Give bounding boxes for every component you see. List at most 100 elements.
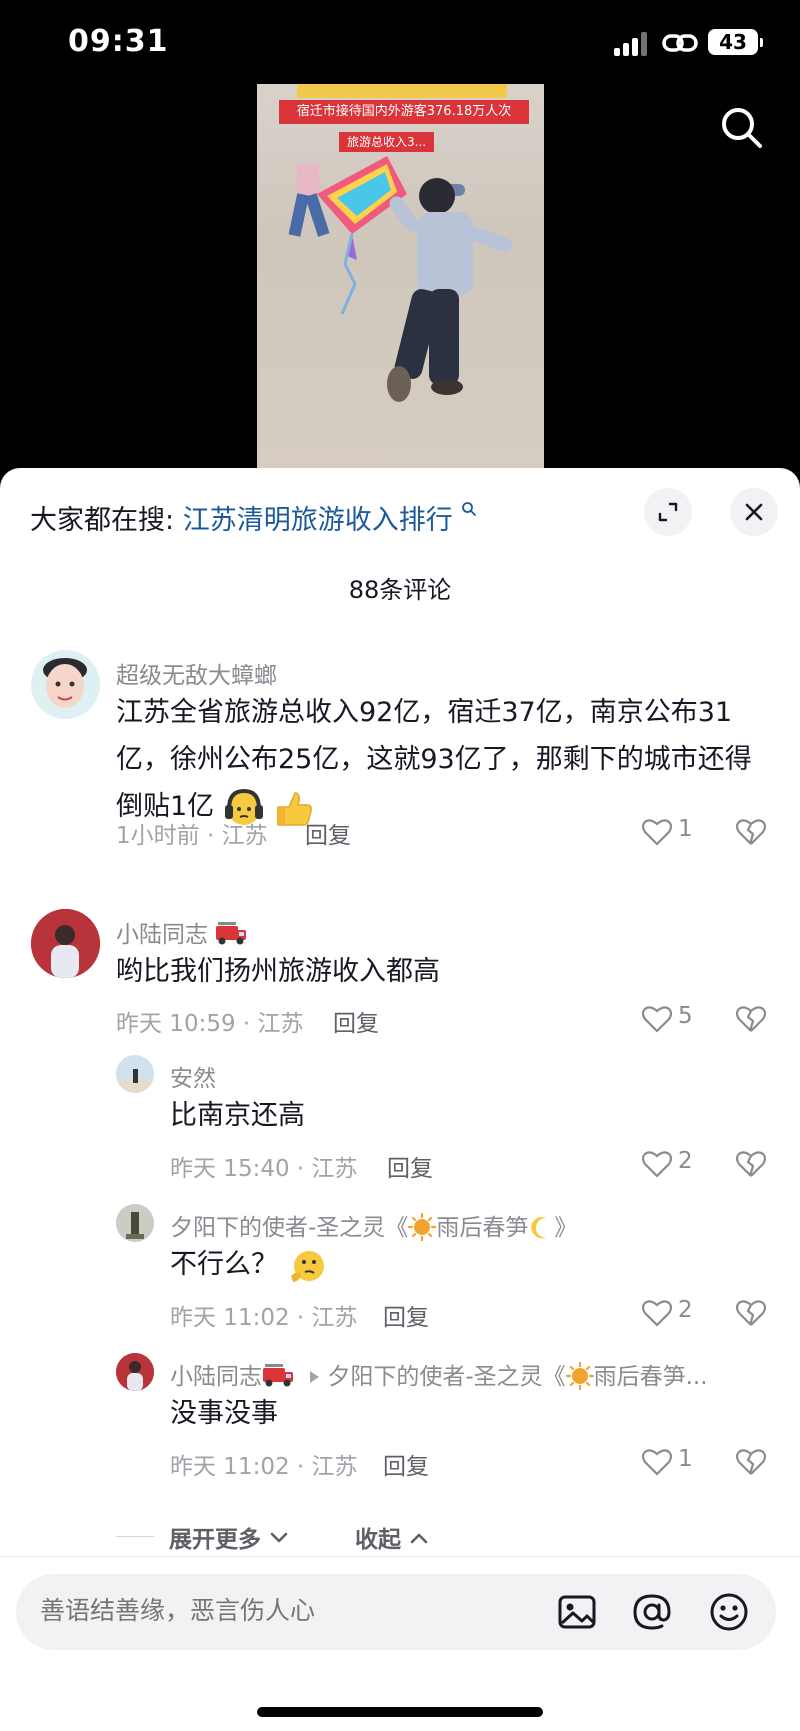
- comment-item: 小陆同志 哟比我们扬州旅游收入都高 昨天 10:59 · 江苏 回复 5: [0, 909, 800, 1037]
- reply-content: 没事没事: [170, 1398, 278, 1429]
- like-count: 1: [678, 1446, 693, 1472]
- comment-text: 江苏全省旅游总收入92亿，宿迁37亿，南京公布31亿，徐州公布25亿，这就93亿…: [116, 697, 752, 822]
- chevron-down-icon: [270, 1532, 288, 1543]
- status-bar: 09:31 43: [0, 0, 800, 90]
- comment-input[interactable]: [40, 1596, 460, 1625]
- home-indicator[interactable]: [257, 1707, 543, 1717]
- moon-emoji: [531, 1216, 547, 1239]
- dislike-button[interactable]: [735, 1448, 768, 1480]
- chevron-up-icon: [410, 1533, 428, 1544]
- link-icon: [662, 34, 698, 52]
- expand-more-button[interactable]: 展开更多: [169, 1520, 289, 1554]
- dislike-button[interactable]: [735, 1150, 768, 1182]
- image-icon[interactable]: [556, 1591, 598, 1633]
- comment-sheet: 大家都在搜: 江苏清明旅游收入排行 88条评论 超级无敌大蟑螂 江苏全省旅游总收…: [0, 468, 800, 1731]
- video-player[interactable]: 宿迁市接待国内外游客376.18万人次 旅游总收入3...: [257, 84, 544, 470]
- reply-text: 不行么？: [170, 1249, 278, 1280]
- reply-to-text-1: 夕阳下的使者-圣之灵《: [327, 1364, 566, 1390]
- broken-heart-icon: [735, 1449, 767, 1475]
- thinking-emoji: [290, 1250, 324, 1282]
- close-button[interactable]: [730, 488, 778, 536]
- avatar[interactable]: [116, 1204, 154, 1242]
- hot-search-prefix: 大家都在搜:: [30, 505, 175, 536]
- like-button[interactable]: 2: [642, 1148, 702, 1180]
- like-count: 2: [678, 1148, 693, 1174]
- sun-emoji: [565, 1362, 594, 1390]
- search-icon: [462, 502, 477, 516]
- signal-icon: [614, 32, 650, 56]
- fire-truck-emoji: [216, 922, 247, 945]
- search-button[interactable]: [718, 104, 766, 152]
- reply-username[interactable]: 小陆同志 夕阳下的使者-圣之灵《 雨后春笋...: [170, 1357, 770, 1391]
- avatar[interactable]: [31, 650, 100, 719]
- divider: [0, 1556, 800, 1557]
- like-button[interactable]: 1: [642, 816, 702, 848]
- at-icon[interactable]: [631, 1591, 673, 1633]
- collapse-label: 收起: [355, 1527, 401, 1553]
- broken-heart-icon: [735, 1151, 767, 1177]
- reply-button[interactable]: 回复: [333, 1004, 379, 1038]
- comment-input-bar[interactable]: [16, 1574, 776, 1650]
- comment-meta: 昨天 10:59 · 江苏: [116, 1011, 304, 1037]
- avatar[interactable]: [116, 1055, 154, 1093]
- heart-icon: [642, 1006, 672, 1033]
- reply-content: 不行么？: [170, 1241, 750, 1288]
- comment-meta: 1小时前 · 江苏: [116, 823, 268, 849]
- collapse-button[interactable]: 收起: [355, 1520, 429, 1554]
- like-count: 1: [678, 816, 693, 842]
- comment-username[interactable]: 小陆同志: [116, 915, 247, 949]
- reply-item: 小陆同志 夕阳下的使者-圣之灵《 雨后春笋... 没事没事 昨天 11:02 ·…: [0, 1353, 800, 1480]
- reply-button[interactable]: 回复: [387, 1149, 433, 1183]
- reply-username[interactable]: 安然: [170, 1059, 216, 1093]
- like-button[interactable]: 5: [642, 1003, 702, 1035]
- reply-button[interactable]: 回复: [305, 816, 351, 850]
- clock: 09:31: [68, 24, 169, 59]
- reply-button[interactable]: 回复: [383, 1447, 429, 1481]
- comment-count: 88条评论: [348, 576, 452, 604]
- sun-emoji: [408, 1213, 437, 1241]
- reply-item: 夕阳下的使者-圣之灵《 雨后春笋 》 不行么？ 昨天 11:02 · 江苏 回复…: [0, 1204, 800, 1331]
- hot-search-link[interactable]: 大家都在搜: 江苏清明旅游收入排行: [30, 498, 477, 537]
- like-count: 2: [678, 1297, 693, 1323]
- dislike-button[interactable]: [735, 1299, 768, 1331]
- reply-username[interactable]: 夕阳下的使者-圣之灵《 雨后春笋 》: [170, 1208, 577, 1242]
- broken-heart-icon: [735, 819, 767, 845]
- fire-truck-emoji: [263, 1364, 293, 1387]
- avatar[interactable]: [116, 1353, 154, 1391]
- username-text-2: 雨后春笋: [436, 1215, 529, 1241]
- reply-meta: 昨天 11:02 · 江苏: [170, 1305, 358, 1331]
- reply-arrow-icon: [310, 1371, 320, 1383]
- broken-heart-icon: [735, 1300, 767, 1326]
- battery-indicator: 43: [708, 29, 763, 55]
- close-icon: [745, 503, 763, 521]
- heart-icon: [642, 1151, 672, 1178]
- comment-username[interactable]: 超级无敌大蟑螂: [116, 656, 277, 690]
- reply-to-text-2: 雨后春笋...: [593, 1364, 708, 1390]
- comment-item: 超级无敌大蟑螂 江苏全省旅游总收入92亿，宿迁37亿，南京公布31亿，徐州公布2…: [0, 650, 800, 850]
- dislike-button[interactable]: [735, 1005, 768, 1037]
- expand-more-label: 展开更多: [169, 1527, 261, 1553]
- avatar[interactable]: [31, 909, 100, 978]
- like-button[interactable]: 2: [642, 1297, 702, 1329]
- expand-icon: [658, 502, 678, 522]
- username-text: 小陆同志: [170, 1364, 262, 1390]
- video-scene: [288, 156, 513, 402]
- like-count: 5: [678, 1003, 693, 1029]
- like-button[interactable]: 1: [642, 1446, 702, 1478]
- reply-item: 安然 比南京还高 昨天 15:40 · 江苏 回复 2: [0, 1055, 800, 1182]
- comment-content: 哟比我们扬州旅游收入都高: [116, 956, 440, 987]
- divider: [116, 1536, 154, 1537]
- reply-button[interactable]: 回复: [383, 1298, 429, 1332]
- broken-heart-icon: [735, 1006, 767, 1032]
- username-text: 小陆同志: [116, 922, 208, 948]
- username-text-3: 》: [554, 1215, 578, 1241]
- comment-content: 江苏全省旅游总收入92亿，宿迁37亿，南京公布31亿，徐州公布25亿，这就93亿…: [116, 689, 756, 830]
- reply-meta: 昨天 15:40 · 江苏: [170, 1156, 358, 1182]
- emoji-icon[interactable]: [708, 1591, 750, 1633]
- reply-content: 比南京还高: [170, 1100, 305, 1131]
- heart-icon: [642, 1300, 672, 1327]
- expand-button[interactable]: [644, 488, 692, 536]
- hot-search-keyword[interactable]: 江苏清明旅游收入排行: [183, 505, 453, 536]
- heart-icon: [642, 1449, 672, 1476]
- dislike-button[interactable]: [735, 818, 768, 850]
